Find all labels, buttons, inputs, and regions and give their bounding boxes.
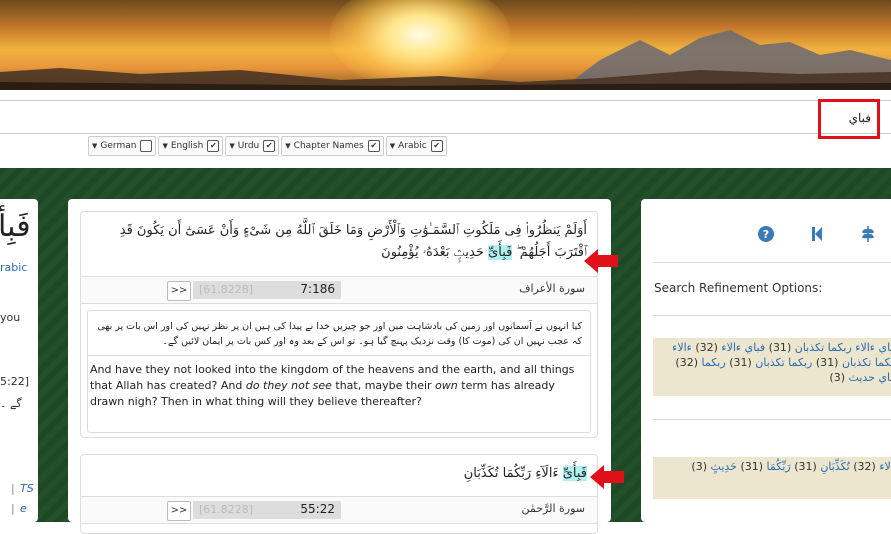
left-ref: 5:22] [0,375,29,388]
verse-arabic-text: ءَالَآءِ رَبِّكُمَا تُكَذِّبَانِ [463,466,559,481]
language-checkbox[interactable]: ✔ [207,140,220,152]
language-checkbox[interactable]: ✔ [367,140,380,152]
verse-arabic: فَبِأَىِّ ءَالَآءِ رَبِّكُمَا تُكَذِّبَا… [81,455,597,497]
next-button[interactable]: >> [167,281,191,301]
left-ts-link[interactable]: TS [20,482,34,495]
refinement-count: (31) [768,341,792,354]
refinement-count: (31) [794,460,817,473]
refinement-phrases: فباي ءالاء ربكما تكذبان (31) فباي ءالاء … [653,338,891,396]
refinement-link[interactable]: ءالاء [879,460,891,473]
verse-id: [61.8228] [199,503,254,516]
caret-down-icon: ▼ [229,142,235,150]
surah-name: سورة الأعراف [519,282,585,295]
language-label: English [170,141,204,151]
language-label: Urdu [237,141,260,151]
language-toggle-urdu[interactable]: ▼ Urdu ✔ [225,136,280,156]
caret-down-icon: ▼ [285,142,291,150]
verse-ref-box: [61.8228] 55:22 [193,501,341,519]
refinement-count: (31) [729,356,752,369]
verse-arabic-text: حَدِيثٍۭ بَعْدَهُۥ يُؤْمِنُونَ [381,245,484,260]
skip-back-icon[interactable] [808,225,826,243]
refinement-link[interactable]: ربكما [702,356,726,369]
english-text: that, maybe their [331,379,436,392]
language-toggle-german[interactable]: ▼ German [88,136,157,156]
svg-text:?: ? [763,228,769,241]
divider [653,262,891,263]
refinement-link[interactable]: فباي ءالاء [721,341,765,354]
translation-box: کیا انہوں نے آسمانوں اور زمین کی بادشاہت… [87,310,591,433]
language-toggles: ▼ German ▼ English ✔ ▼ Urdu ✔ ▼ Chapter Names ✔… [88,136,449,158]
left-separator: | [11,482,15,495]
refinement-count: (32) [695,341,718,354]
verse-number[interactable]: 7:186 [300,282,335,296]
divider [653,419,891,420]
left-separator: | [11,502,15,515]
verse-ref-box: [61.8228] 7:186 [193,281,341,299]
refinement-count: (31) [815,356,839,369]
left-text: you [0,311,21,324]
verse-number[interactable]: 55:22 [300,502,335,516]
left-urdu-fragment: گے ۔ [0,397,22,410]
search-annotation-box [818,99,880,139]
refinement-link[interactable]: حَدِيثٍ [711,460,737,473]
refinement-count: (32) [675,356,699,369]
refinement-link[interactable]: فباي ءالاء ربكما تكذبان [795,341,891,354]
refinement-link[interactable]: رَبِّكُمَا [767,460,791,473]
refinement-count: (3) [829,371,846,384]
next-button[interactable]: >> [167,501,191,521]
caret-down-icon: ▼ [389,142,396,150]
language-checkbox[interactable] [140,140,153,152]
language-label: Arabic [398,141,427,151]
refinement-count: (32) [853,460,876,473]
divider [653,315,891,316]
result-card: فَبِأَىِّ ءَالَآءِ رَبِّكُمَا تُكَذِّبَا… [80,454,598,534]
surah-name: سورة الرَّحمٰن [521,502,585,515]
annotation-arrow-icon [590,465,624,489]
language-toggle-chapter-names[interactable]: ▼ Chapter Names ✔ [281,136,384,156]
language-label: German [100,141,137,151]
refinement-link[interactable]: تُكَذِّبَانِ [820,460,849,473]
refinement-link[interactable]: ربكما تكذبان [755,356,812,369]
refinement-words: ءالاء (32) تُكَذِّبَانِ (31) رَبِّكُمَا … [653,457,891,499]
left-e-link[interactable]: e [20,502,27,515]
english-translation: And have they not looked into the kingdo… [88,356,590,416]
refinement-count: (31) [740,460,764,473]
search-term-highlight: فَبِأَىِّ [488,245,513,260]
panel-toolbar: ? [641,225,891,245]
language-checkbox[interactable]: ✔ [263,140,276,152]
language-toggle-english[interactable]: ▼ English ✔ [158,136,224,156]
english-text-italic: own [435,379,458,392]
leaf-icon[interactable] [859,225,877,243]
mountains-silhouette [0,30,891,90]
refinement-title: Search Refinement Options: [654,281,823,295]
annotation-arrow-icon [584,249,618,273]
language-checkbox[interactable]: ✔ [430,140,443,152]
help-icon[interactable]: ? [757,225,775,243]
header-banner-image [0,0,891,90]
refinement-count: (3) [691,460,708,473]
result-card: أَوَلَمْ يَنظُرُوا۟ فِى مَلَكُوتِ ٱلسَّم… [80,211,598,438]
left-panel: فَبِأ rabic you 5:22] گے ۔ | TS | e [0,199,38,522]
refinement-link[interactable]: فباي حديث [849,371,891,384]
verse-ref-bar: >> [61.8228] 7:186 سورة الأعراف [81,276,597,304]
english-text-italic: do they not see [245,379,332,392]
search-term-highlight: فَبِأَىِّ [562,466,587,481]
refinement-panel: ? Search Refinement Options: فباي ءالاء … [641,199,891,522]
verse-arabic-text: أَوَلَمْ يَنظُرُوا۟ فِى مَلَكُوتِ ٱلسَّم… [119,223,587,260]
left-verse-arabic: فَبِأ [0,209,31,244]
verse-ref-bar: >> [61.8228] 55:22 سورة الرَّحمٰن [81,496,597,524]
urdu-translation: کیا انہوں نے آسمانوں اور زمین کی بادشاہت… [88,311,590,356]
search-bar[interactable]: فباي [0,100,891,134]
verse-id: [61.8228] [199,283,254,296]
left-arabic-link[interactable]: rabic [0,261,27,274]
caret-down-icon: ▼ [162,142,168,150]
caret-down-icon: ▼ [92,142,98,150]
verse-arabic: أَوَلَمْ يَنظُرُوا۟ فِى مَلَكُوتِ ٱلسَّم… [81,212,597,276]
language-toggle-arabic[interactable]: ▼ Arabic ✔ [385,136,447,156]
language-label: Chapter Names [293,141,364,151]
results-panel: أَوَلَمْ يَنظُرُوا۟ فِى مَلَكُوتِ ٱلسَّم… [68,199,611,534]
